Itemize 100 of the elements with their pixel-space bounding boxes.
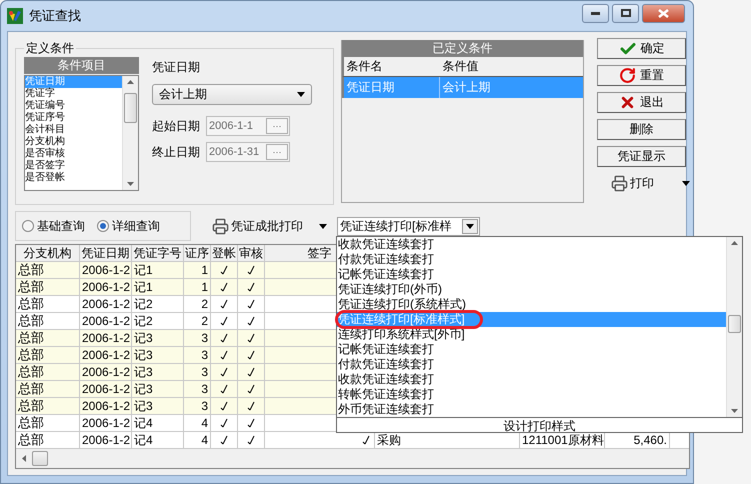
table-cell: 2006-1-2 [80, 398, 132, 414]
maximize-icon [620, 9, 630, 17]
table-cell: 2006-1-2 [80, 330, 132, 346]
action-button[interactable]: 确定 [597, 38, 686, 59]
print-style-dropdown[interactable]: 凭证连续打印[标准样 [337, 216, 480, 236]
table-cell: 记1 [132, 262, 184, 278]
table-cell: 记3 [132, 364, 184, 380]
table-cell: 记3 [132, 381, 184, 397]
table-cell: 3 [184, 381, 211, 397]
menu-item[interactable]: 记帐凭证连续套打 [337, 342, 726, 357]
column-header[interactable]: 凭证字号 [132, 245, 184, 261]
minimize-icon [591, 12, 600, 14]
condition-item[interactable]: 是否审核 [25, 148, 122, 160]
table-cell: 总部 [16, 279, 80, 295]
table-cell: 1 [184, 279, 211, 295]
table-cell: 总部 [16, 381, 80, 397]
column-header[interactable]: 分支机构 [16, 245, 80, 261]
window-title: 凭证查找 [29, 7, 82, 25]
column-header[interactable]: 证序 [184, 245, 211, 261]
scrollbar[interactable] [122, 76, 138, 190]
printer-icon [611, 175, 628, 192]
scroll-thumb[interactable] [728, 315, 741, 333]
table-cell: 3 [184, 330, 211, 346]
action-button[interactable]: 重置 [597, 65, 686, 86]
panel-header: 已定义条件 [342, 40, 583, 57]
table-cell: 3 [184, 398, 211, 414]
scrollbar[interactable] [726, 237, 742, 417]
table-cell: 总部 [16, 415, 80, 431]
scroll-thumb[interactable] [124, 93, 137, 123]
menu-item[interactable]: 转帐凭证连续套打 [337, 387, 726, 402]
date-label: 终止日期 [152, 144, 200, 160]
table-cell: 2006-1-2 [80, 262, 132, 278]
caret-icon [682, 181, 690, 186]
radio-button[interactable] [97, 220, 109, 232]
table-cell-text: 会计上期 [441, 79, 492, 96]
menu-item[interactable]: 外币凭证连续套打 [337, 402, 726, 417]
scroll-down-icon[interactable] [731, 409, 738, 413]
table-cell: 总部 [16, 330, 80, 346]
field-label: 凭证日期 [152, 59, 201, 76]
table-cell: 4 [184, 415, 211, 431]
scroll-thumb[interactable] [32, 451, 48, 466]
table-cell: 总部 [16, 296, 80, 312]
close-button[interactable] [642, 4, 685, 22]
table-cell: 记2 [132, 313, 184, 329]
condition-item[interactable]: 会计科目 [25, 124, 122, 136]
app-icon [7, 8, 23, 24]
menu-item[interactable]: 凭证连续打印(外币) [337, 282, 726, 297]
table-cell: 4 [184, 432, 211, 448]
table-cell: 总部 [16, 262, 80, 278]
table-cell: 总部 [16, 313, 80, 329]
condition-item[interactable]: 凭证序号 [25, 112, 122, 124]
column-header[interactable]: 凭证日期 [80, 245, 132, 261]
table-cell: 记2 [132, 296, 184, 312]
batch-print-button[interactable]: 凭证成批打印 [212, 218, 327, 234]
table-cell: 凭证日期 [344, 77, 440, 98]
refresh-icon [619, 67, 636, 84]
close-icon [619, 94, 636, 111]
table-cell: 总部 [16, 364, 80, 380]
table-cell: 2006-1-2 [80, 347, 132, 363]
table-cell: 3 [184, 347, 211, 363]
close-icon [658, 8, 669, 18]
condition-item[interactable]: 分支机构 [25, 136, 122, 148]
table-cell: 总部 [16, 432, 80, 448]
condition-item[interactable]: 是否登帐 [25, 172, 122, 184]
table-cell: 2006-1-2 [80, 296, 132, 312]
column-header[interactable]: 审核 [238, 245, 265, 261]
table-cell: 2006-1-2 [80, 432, 132, 448]
menu-item[interactable]: 收款凭证连续套打 [337, 372, 726, 387]
design-style-item[interactable]: 设计打印样式 [337, 418, 742, 435]
maximize-button[interactable] [612, 4, 639, 22]
scroll-up-icon[interactable] [127, 80, 134, 84]
scroll-left-icon[interactable] [22, 455, 26, 462]
printer-icon [212, 218, 229, 234]
scroll-down-icon[interactable] [127, 182, 134, 186]
menu-item[interactable]: 记帐凭证连续套打 [337, 267, 726, 282]
period-dropdown[interactable]: 会计上期 [152, 84, 312, 105]
table-cell: 3 [184, 364, 211, 380]
table-cell: 记4 [132, 415, 184, 431]
action-button[interactable]: 凭证显示 [597, 146, 686, 167]
minimize-button[interactable] [582, 4, 609, 22]
menu-item[interactable]: 付款凭证连续套打 [337, 357, 726, 372]
table-cell: 记3 [132, 398, 184, 414]
radio-button[interactable] [22, 220, 34, 232]
caret-icon [466, 224, 474, 228]
scrollbar[interactable] [16, 449, 689, 468]
date-label: 起始日期 [152, 118, 200, 134]
table-cell: 2006-1-2 [80, 279, 132, 295]
table-cell: 1 [184, 262, 211, 278]
condition-item[interactable]: 是否签字 [25, 160, 122, 172]
action-button[interactable]: 退出 [597, 92, 686, 113]
caret-icon [297, 92, 305, 97]
table-cell: 记4 [132, 432, 184, 448]
condition-item[interactable]: 凭证编号 [25, 100, 122, 112]
table-cell: 记3 [132, 330, 184, 346]
condition-item[interactable]: 凭证字 [25, 88, 122, 100]
table-cell: 记3 [132, 347, 184, 363]
column-header[interactable]: 登帐 [211, 245, 238, 261]
action-button[interactable]: 删除 [597, 119, 686, 140]
scroll-up-icon[interactable] [731, 241, 738, 245]
print-button[interactable]: 打印 [597, 173, 693, 194]
